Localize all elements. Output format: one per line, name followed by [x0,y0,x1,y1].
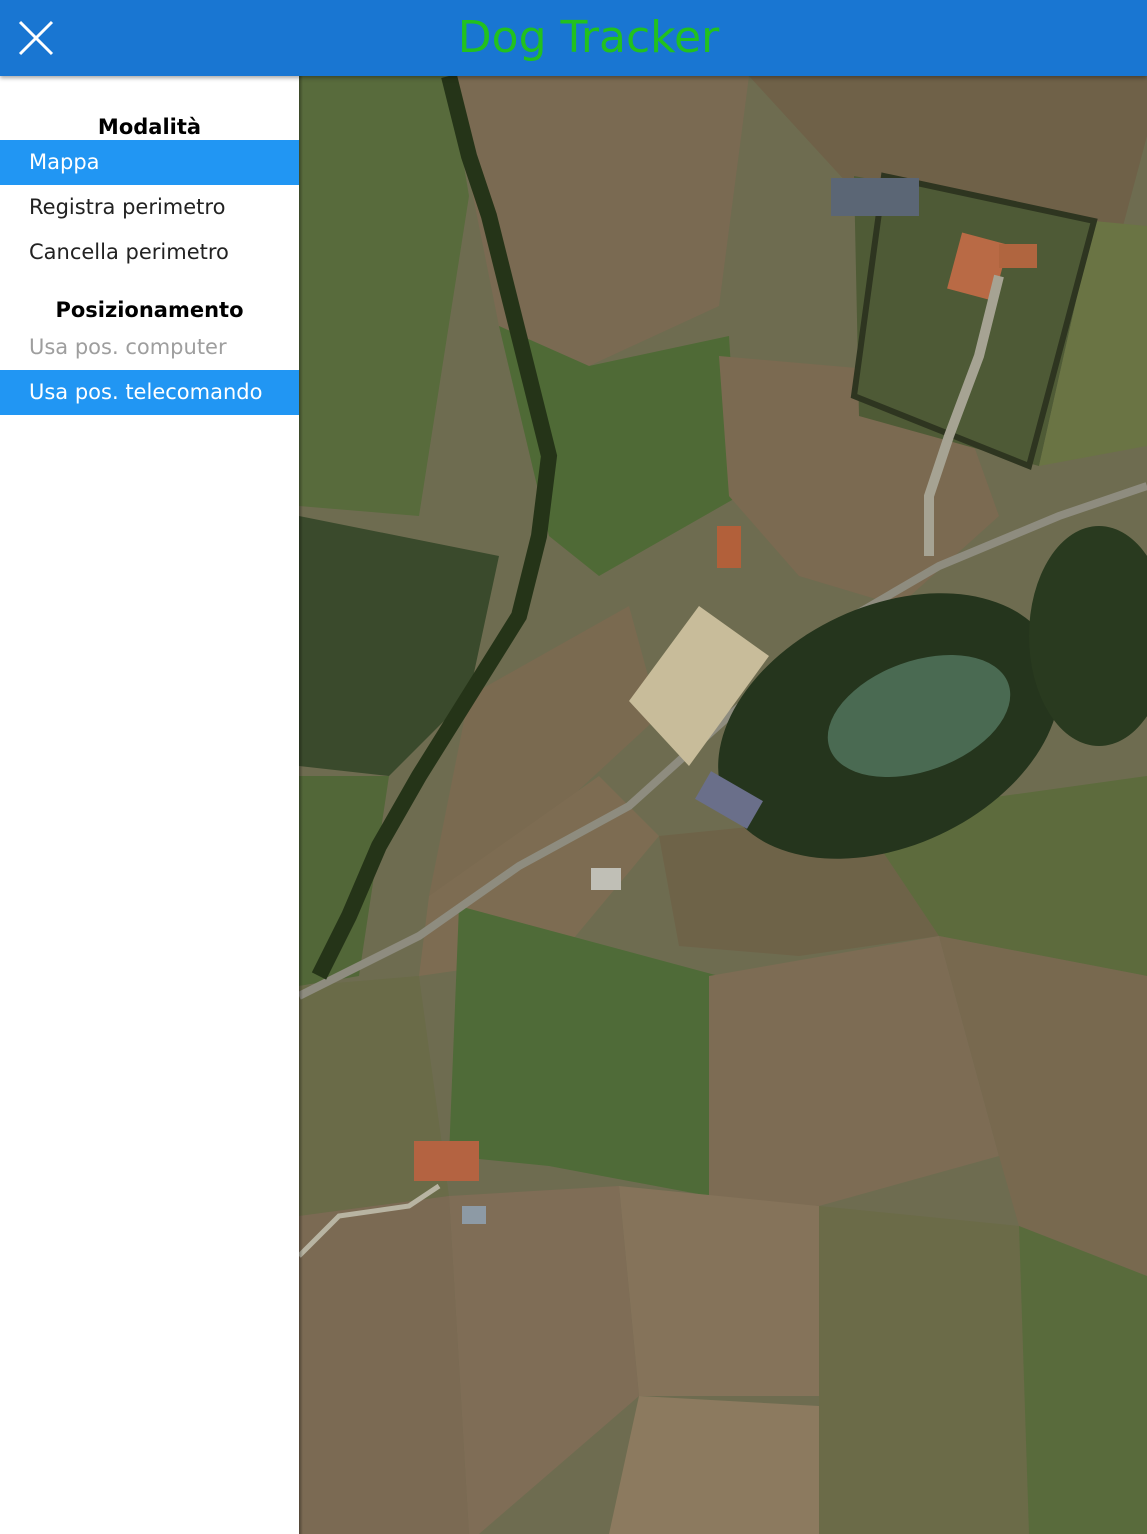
satellite-imagery [299,76,1147,1534]
menu-item-cancella-perimetro[interactable]: Cancella perimetro [0,230,299,275]
menu-item-usa-pos-computer: Usa pos. computer [29,335,227,359]
menu-item-registra-perimetro[interactable]: Registra perimetro [0,185,299,230]
app-window: Dog Tracker Modalità Mappa Registra peri… [0,0,1147,1534]
menu-item-mappa[interactable]: Mappa [0,140,299,185]
section-title-modalita: Modalità [97,115,202,139]
drawer-shadow [299,76,303,1534]
app-title: Dog Tracker [457,12,720,63]
navigation-drawer: Modalità Mappa Registra perimetro Cancel… [0,76,299,1534]
top-app-bar: Dog Tracker [0,0,1147,76]
section-title-posizionamento: Posizionamento [55,298,244,322]
menu-item-usa-pos-telecomando[interactable]: Usa pos. telecomando [0,370,299,415]
satellite-map[interactable] [299,76,1147,1534]
